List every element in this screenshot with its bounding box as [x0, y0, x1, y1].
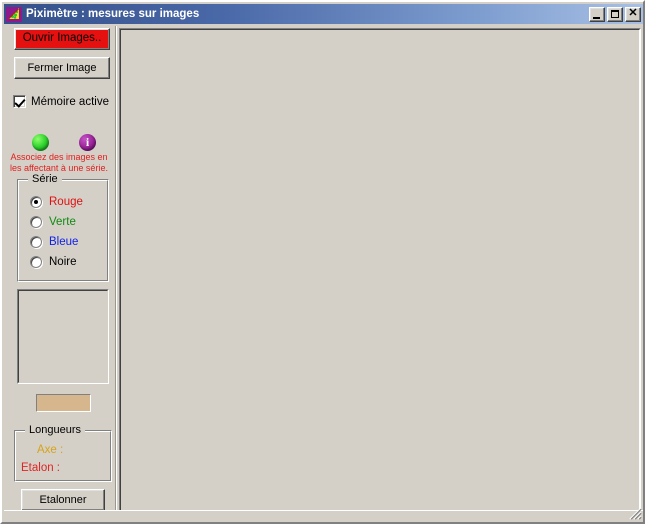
- minimize-icon: [593, 16, 600, 19]
- window-controls: ✕: [589, 6, 641, 22]
- radio-serie-bleue[interactable]: Bleue: [30, 236, 78, 248]
- axe-length-label: Axe :: [37, 444, 64, 456]
- longueurs-groupbox: Longueurs Axe : Etalon :: [14, 424, 112, 482]
- info-icon[interactable]: i: [79, 134, 96, 151]
- close-button[interactable]: ✕: [625, 6, 641, 22]
- serie-groupbox: Série Rouge Verte Bleue Noire: [17, 173, 109, 282]
- radio-serie-rouge[interactable]: Rouge: [30, 196, 83, 208]
- minimize-button[interactable]: [589, 6, 605, 22]
- checkbox-check-icon[interactable]: [13, 95, 26, 108]
- close-image-button[interactable]: Fermer Image: [14, 57, 110, 79]
- memory-active-checkbox[interactable]: Mémoire active: [13, 95, 109, 108]
- radio-noire-indicator[interactable]: [30, 256, 42, 268]
- maximize-icon: [611, 9, 619, 18]
- longueurs-groupbox-title: Longueurs: [25, 424, 85, 436]
- series-hint-line-1: Associez des images en: [10, 152, 108, 162]
- close-icon: ✕: [628, 6, 638, 19]
- open-images-button[interactable]: Ouvrir Images..: [14, 28, 110, 50]
- radio-rouge-indicator[interactable]: [30, 196, 42, 208]
- piximetre-app-icon: [6, 6, 22, 22]
- radio-bleue-indicator[interactable]: [30, 236, 42, 248]
- panel-divider: [115, 26, 117, 514]
- serie-groupbox-title: Série: [28, 173, 62, 185]
- sidebar-panel: Ouvrir Images.. Fermer Image Mémoire act…: [4, 24, 114, 522]
- radio-serie-noire[interactable]: Noire: [30, 256, 76, 268]
- window-title: Piximètre : mesures sur images: [26, 8, 200, 20]
- image-canvas-area[interactable]: [119, 28, 641, 512]
- radio-verte-indicator[interactable]: [30, 216, 42, 228]
- series-hint-text: Associez des images en les affectant à u…: [4, 152, 114, 174]
- radio-verte-label: Verte: [49, 216, 76, 228]
- radio-bleue-label: Bleue: [49, 236, 79, 248]
- resize-grip[interactable]: [628, 506, 642, 520]
- status-bar: [4, 507, 643, 520]
- memory-active-label: Mémoire active: [31, 95, 109, 108]
- green-sphere-icon[interactable]: [32, 134, 49, 151]
- title-bar[interactable]: Piximètre : mesures sur images ✕: [4, 4, 643, 24]
- radio-serie-verte[interactable]: Verte: [30, 216, 76, 228]
- maximize-button[interactable]: [607, 6, 623, 22]
- etalon-length-label: Etalon :: [21, 462, 60, 474]
- thumbnail-preview-panel[interactable]: [17, 289, 109, 384]
- etalonner-button[interactable]: Etalonner: [21, 489, 105, 511]
- color-swatch[interactable]: [36, 394, 91, 412]
- radio-noire-label: Noire: [49, 256, 77, 268]
- radio-rouge-label: Rouge: [49, 196, 83, 208]
- hint-icon-row: i: [4, 134, 114, 152]
- application-window: Piximètre : mesures sur images ✕ Ouvrir …: [0, 0, 645, 524]
